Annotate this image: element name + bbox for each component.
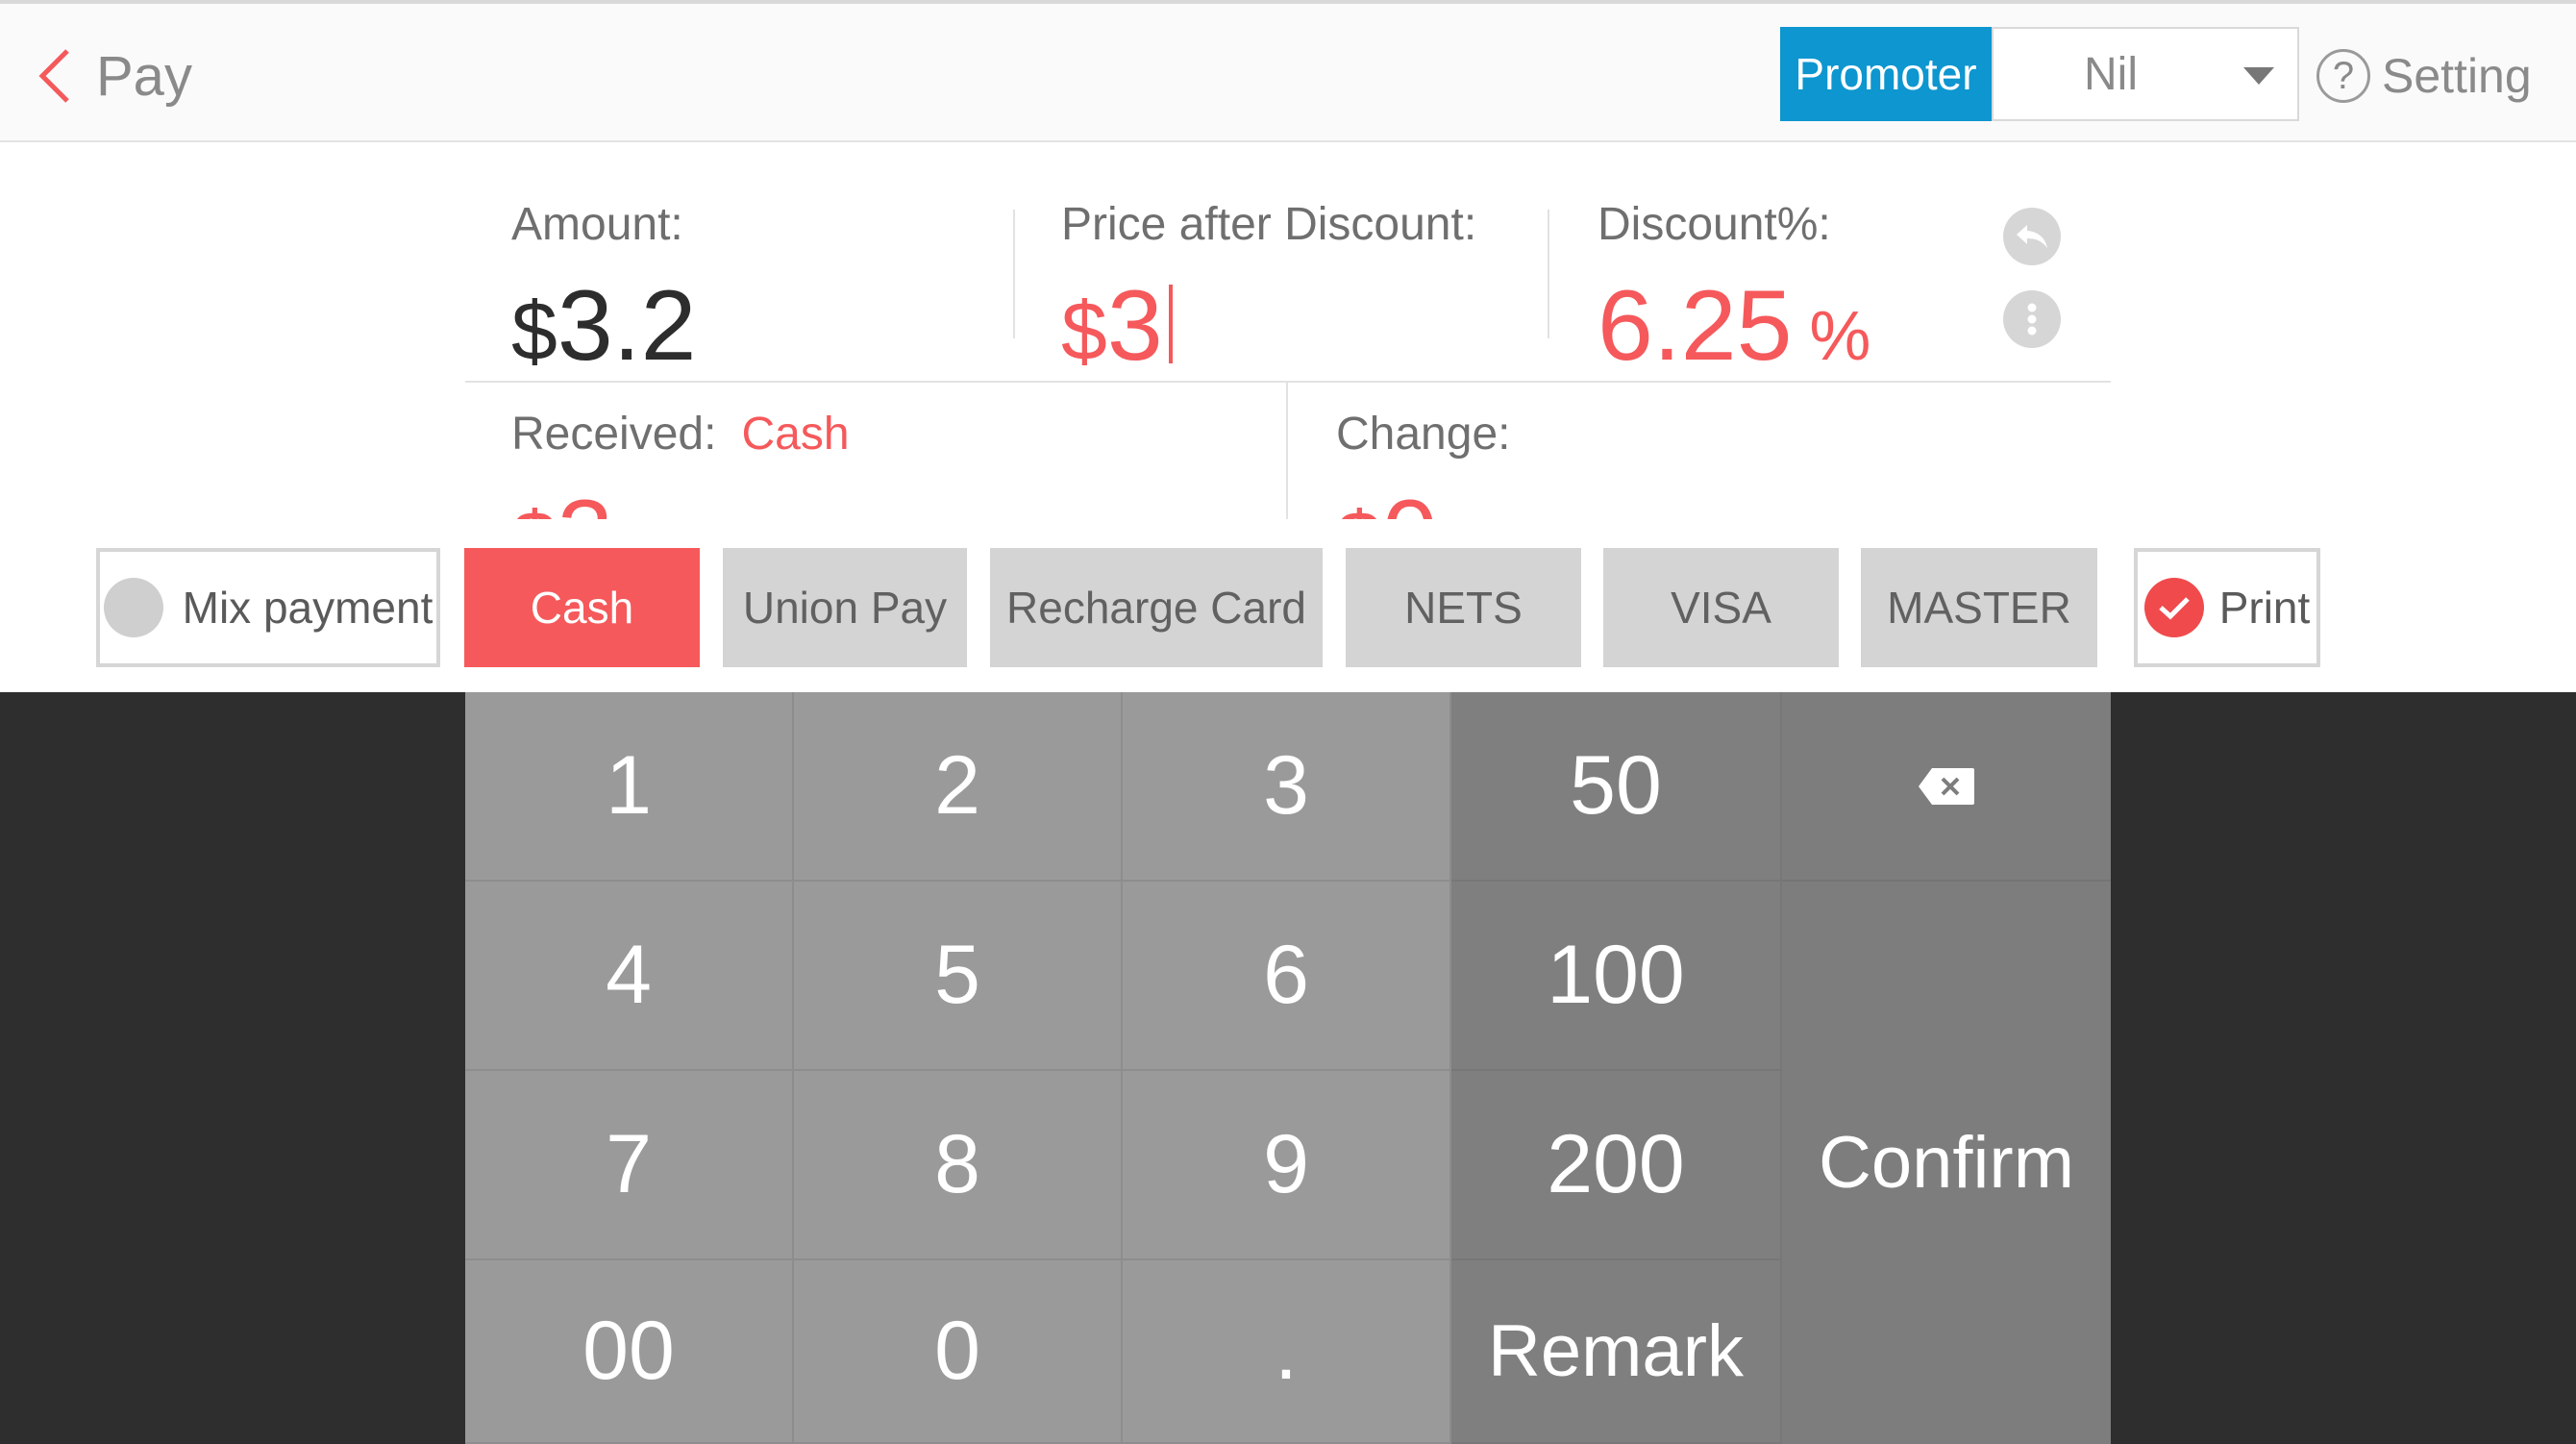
received-value: 3 [557,480,613,519]
dropdown-caret-icon [2243,67,2274,85]
change-currency: $ [1336,495,1382,519]
promoter-select-value: Nil [2084,48,2138,100]
text-cursor [1168,285,1173,363]
key-5[interactable]: 5 [794,882,1123,1071]
divider [1013,210,1015,338]
price-currency: $ [1061,286,1107,378]
price-value: 3 [1106,270,1163,382]
received-label: Received: [511,409,717,460]
price-after-discount-field[interactable]: Price after Discount: $3 [1061,198,1476,376]
key-2[interactable]: 2 [794,692,1123,882]
price-after-discount-input[interactable]: $3 [1061,276,1476,376]
backspace-icon [1919,767,1974,805]
divider [465,381,2111,383]
payment-method-recharge-card[interactable]: Recharge Card [990,548,1323,667]
print-toggle[interactable]: Print [2134,548,2320,667]
remark-button[interactable]: Remark [1451,1260,1782,1444]
amount-field: Amount: $3.2 [511,198,696,376]
radio-icon [103,578,163,637]
discount-value-line[interactable]: 6.25% [1598,276,1870,376]
confirm-button[interactable]: Confirm [1782,882,2111,1444]
received-method: Cash [741,409,850,460]
promoter-button[interactable]: Promoter [1780,27,1992,121]
payment-method-bar: Mix payment Cash Union Pay Recharge Card… [0,548,2576,673]
undo-icon[interactable] [2003,208,2061,265]
payment-method-visa[interactable]: VISA [1603,548,1839,667]
amount-value: 3.2 [557,270,697,382]
info-icon[interactable] [2003,290,2061,348]
print-label: Print [2218,583,2311,633]
discount-value: 6.25 [1598,270,1793,382]
key-decimal[interactable]: . [1123,1260,1451,1444]
divider [1286,383,1288,519]
key-50[interactable]: 50 [1451,692,1782,882]
promoter-select[interactable]: Nil [1992,27,2299,121]
change-value-line: $0 [1336,485,1510,519]
discount-label: Discount%: [1598,199,1831,250]
amount-value-line: $3.2 [511,276,696,376]
key-7[interactable]: 7 [465,1071,794,1260]
key-100[interactable]: 100 [1451,882,1782,1071]
key-4[interactable]: 4 [465,882,794,1071]
discount-field[interactable]: Discount%: 6.25% [1598,198,1870,376]
key-1[interactable]: 1 [465,692,794,882]
chevron-left-icon [38,49,69,103]
app-header: Pay Promoter Nil ? Setting [0,0,2576,142]
key-0[interactable]: 0 [794,1260,1123,1444]
discount-unit: % [1809,298,1871,375]
mix-payment-label: Mix payment [182,583,433,633]
key-3[interactable]: 3 [1123,692,1451,882]
check-icon [2143,578,2204,637]
payment-method-master[interactable]: MASTER [1861,548,2097,667]
received-field: Received: Cash $3 [511,408,850,519]
divider [1548,210,1549,338]
change-value: 0 [1382,480,1438,519]
key-200[interactable]: 200 [1451,1071,1782,1260]
amount-label: Amount: [511,199,683,250]
change-label: Change: [1336,409,1511,460]
help-icon: ? [2316,49,2370,103]
price-after-discount-label: Price after Discount: [1061,199,1477,250]
setting-button[interactable]: ? Setting [2316,42,2532,110]
page-title: Pay [96,44,192,108]
payment-method-nets[interactable]: NETS [1346,548,1581,667]
change-field: Change: $0 [1336,408,1510,519]
received-currency: $ [511,495,557,519]
mix-payment-toggle[interactable]: Mix payment [96,548,440,667]
key-8[interactable]: 8 [794,1071,1123,1260]
payment-method-union-pay[interactable]: Union Pay [723,548,967,667]
key-9[interactable]: 9 [1123,1071,1451,1260]
payment-method-cash[interactable]: Cash [464,548,700,667]
backspace-button[interactable] [1782,692,2111,882]
payment-summary: Amount: $3.2 Price after Discount: $3 Di… [465,173,2111,519]
received-value-line: $3 [511,485,850,519]
key-6[interactable]: 6 [1123,882,1451,1071]
received-label-line: Received: Cash [511,408,850,461]
amount-currency: $ [511,286,557,378]
back-button[interactable]: Pay [35,42,192,110]
key-00[interactable]: 00 [465,1260,794,1444]
setting-label: Setting [2382,49,2532,103]
